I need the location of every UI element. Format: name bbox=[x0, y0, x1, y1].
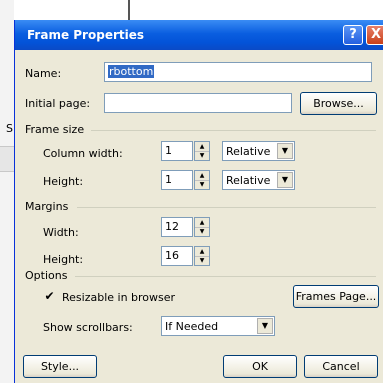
frames-page-button[interactable]: Frames Page... bbox=[293, 285, 379, 308]
chevron-down-icon[interactable]: ▼ bbox=[277, 143, 293, 159]
help-button[interactable]: ? bbox=[343, 25, 363, 45]
chevron-down-icon[interactable]: ▼ bbox=[257, 318, 273, 334]
column-width-label: Column width: bbox=[43, 147, 123, 160]
spin-down-icon[interactable]: ▼ bbox=[195, 227, 209, 236]
title-bar[interactable]: Frame Properties ? X bbox=[15, 20, 383, 50]
name-field[interactable]: rbottom bbox=[104, 62, 372, 82]
ok-button[interactable]: OK bbox=[223, 355, 297, 378]
options-divider bbox=[75, 276, 376, 277]
style-button[interactable]: Style... bbox=[23, 355, 97, 378]
scrollbars-select[interactable]: If Needed ▼ bbox=[161, 316, 275, 336]
options-group-label: Options bbox=[25, 269, 68, 282]
margin-width-field[interactable]: 12 bbox=[161, 217, 193, 237]
show-scrollbars-label: Show scrollbars: bbox=[43, 321, 133, 334]
initial-page-field[interactable] bbox=[104, 93, 292, 113]
spin-down-icon[interactable]: ▼ bbox=[195, 256, 209, 265]
close-button[interactable]: X bbox=[366, 25, 383, 45]
margin-width-spinner[interactable]: ▲ ▼ bbox=[194, 217, 210, 237]
name-value: rbottom bbox=[108, 65, 155, 78]
margin-height-spinner[interactable]: ▲ ▼ bbox=[194, 246, 210, 266]
background-panel: S bbox=[0, 0, 14, 383]
background-divider bbox=[128, 0, 130, 20]
frame-size-group-label: Frame size bbox=[25, 123, 85, 136]
frame-height-label: Height: bbox=[43, 175, 84, 188]
frame-height-field[interactable]: 1 bbox=[161, 170, 193, 190]
frame-height-unit-value: Relative bbox=[226, 174, 271, 187]
margins-divider bbox=[77, 207, 376, 208]
resizable-label: Resizable in browser bbox=[62, 291, 176, 304]
column-width-spinner[interactable]: ▲ ▼ bbox=[194, 141, 210, 161]
frame-properties-dialog: Frame Properties ? X Name: rbottom Initi… bbox=[14, 20, 383, 383]
margins-group-label: Margins bbox=[25, 200, 69, 213]
background-box bbox=[0, 146, 14, 172]
frame-height-unit-select[interactable]: Relative ▼ bbox=[222, 170, 295, 190]
browse-button[interactable]: Browse... bbox=[300, 92, 377, 115]
cancel-button[interactable]: Cancel bbox=[304, 355, 378, 378]
name-label: Name: bbox=[25, 67, 62, 80]
column-width-unit-select[interactable]: Relative ▼ bbox=[222, 141, 295, 161]
frame-height-spinner[interactable]: ▲ ▼ bbox=[194, 170, 210, 190]
spin-down-icon[interactable]: ▼ bbox=[195, 180, 209, 189]
column-width-unit-value: Relative bbox=[226, 145, 271, 158]
dialog-title: Frame Properties bbox=[27, 28, 144, 42]
chevron-down-icon[interactable]: ▼ bbox=[277, 172, 293, 188]
margin-width-label: Width: bbox=[43, 226, 79, 239]
frame-size-divider bbox=[91, 130, 376, 131]
scrollbars-value: If Needed bbox=[165, 320, 219, 333]
margin-height-field[interactable]: 16 bbox=[161, 246, 193, 266]
background-letter: S bbox=[6, 122, 13, 135]
initial-page-label: Initial page: bbox=[25, 97, 91, 110]
column-width-field[interactable]: 1 bbox=[161, 141, 193, 161]
margin-height-label: Height: bbox=[43, 253, 84, 266]
resizable-checkbox[interactable]: ✔ bbox=[43, 290, 56, 303]
spin-down-icon[interactable]: ▼ bbox=[195, 151, 209, 160]
